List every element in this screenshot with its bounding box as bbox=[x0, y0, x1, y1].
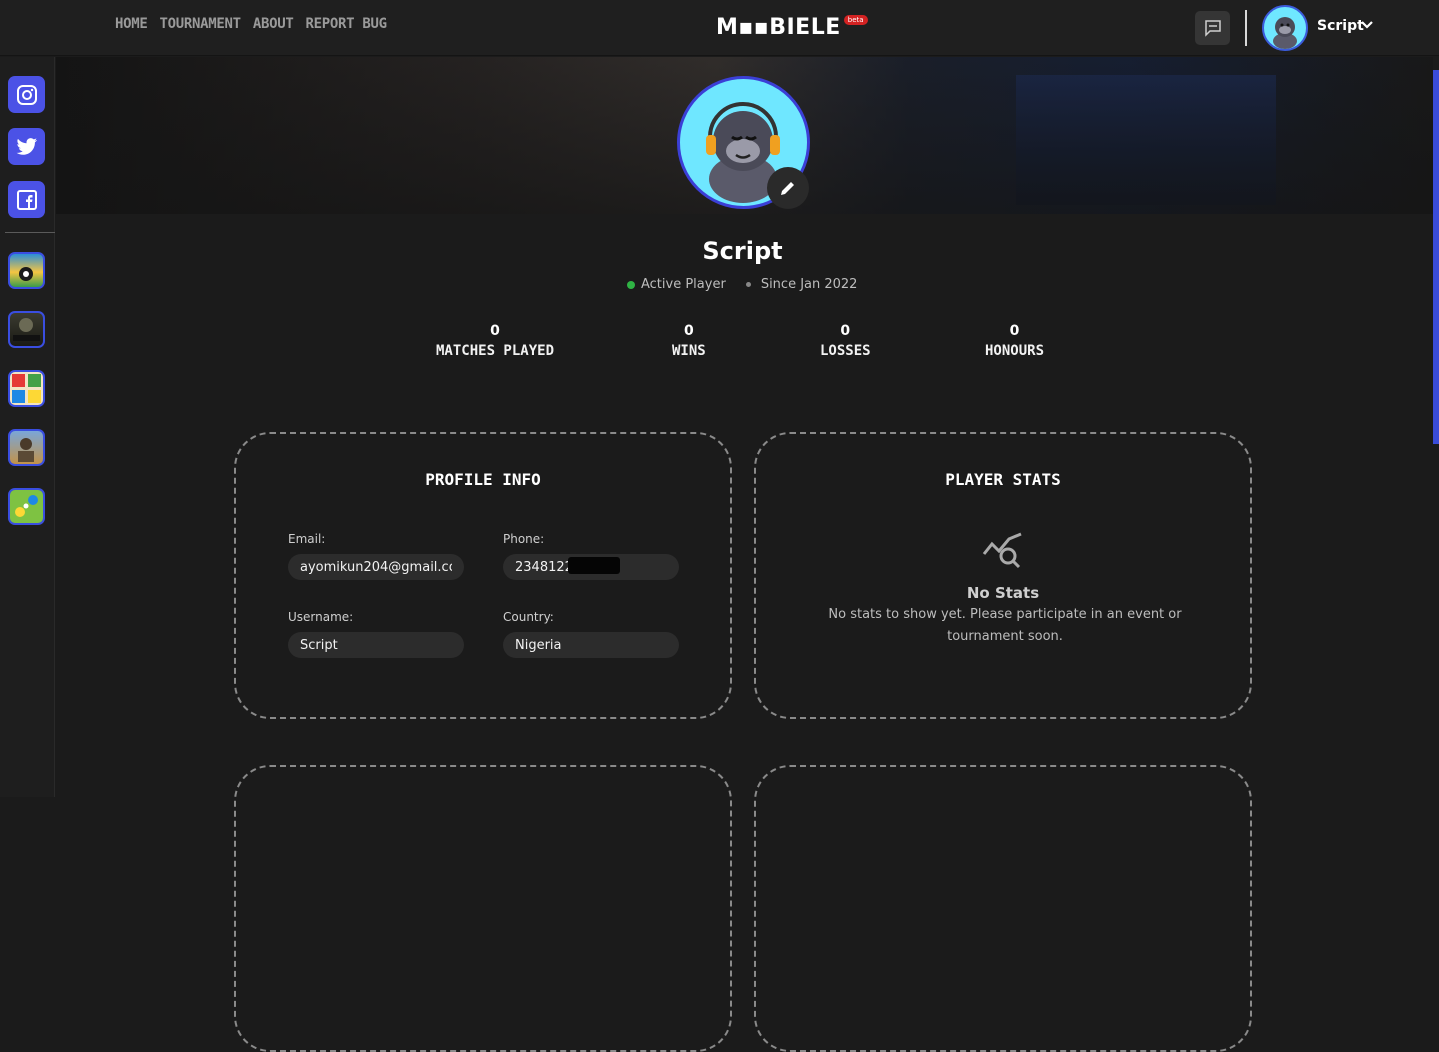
ludo-king-icon bbox=[12, 374, 41, 403]
gorilla-avatar-icon bbox=[1273, 17, 1297, 49]
header-divider bbox=[1245, 10, 1247, 46]
stat-value: 0 bbox=[683, 323, 694, 339]
lower-left-card bbox=[234, 765, 732, 1052]
player-stats-card: PLAYER STATS No Stats No stats to show y… bbox=[754, 432, 1252, 719]
country-label: Country: bbox=[503, 610, 554, 624]
email-label: Email: bbox=[288, 532, 326, 546]
top-navbar: HOME TOURNAMENT ABOUT REPORT BUG M▪▪BIEL… bbox=[0, 0, 1439, 56]
email-field[interactable] bbox=[288, 554, 464, 580]
stat-value: 0 bbox=[490, 323, 500, 339]
twitter-button[interactable] bbox=[8, 128, 45, 165]
chevron-down-icon[interactable] bbox=[1361, 20, 1373, 30]
profile-status: Active Player bbox=[641, 277, 726, 292]
beta-badge: beta bbox=[843, 15, 868, 25]
no-stats-title: No Stats bbox=[966, 584, 1040, 602]
username-label: Username: bbox=[288, 610, 354, 624]
stat-label: LOSSES bbox=[820, 343, 871, 359]
game-soccer-stars[interactable] bbox=[8, 488, 45, 525]
sidebar-divider bbox=[5, 232, 55, 233]
profile-since: Since Jan 2022 bbox=[760, 277, 858, 292]
pubg-icon bbox=[18, 438, 34, 462]
messages-button[interactable] bbox=[1195, 11, 1230, 45]
phone-label: Phone: bbox=[503, 532, 545, 546]
game-pubg[interactable] bbox=[8, 429, 45, 466]
stat-honours: 0 HONOURS bbox=[985, 323, 1044, 359]
twitter-icon bbox=[16, 137, 37, 155]
profile-meta: Active Player Since Jan 2022 bbox=[627, 277, 857, 292]
profile-name: Script bbox=[702, 237, 783, 265]
soccer-stars-icon bbox=[15, 495, 38, 517]
meta-separator bbox=[745, 282, 751, 287]
nav-report-bug-link[interactable]: REPORT BUG bbox=[305, 16, 387, 32]
pencil-icon bbox=[781, 182, 794, 195]
stat-label: WINS bbox=[672, 343, 706, 359]
edit-avatar-button[interactable] bbox=[767, 167, 809, 209]
country-field[interactable] bbox=[503, 632, 679, 658]
instagram-icon bbox=[16, 84, 37, 105]
stats-search-icon bbox=[982, 532, 1022, 569]
player-stats-title: PLAYER STATS bbox=[945, 470, 1061, 489]
instagram-button[interactable] bbox=[8, 76, 45, 113]
chat-icon bbox=[1204, 20, 1221, 37]
stat-wins: 0 WINS bbox=[672, 323, 706, 359]
game-ludo-king[interactable] bbox=[8, 370, 45, 407]
brand-logo[interactable]: M▪▪BIELE beta bbox=[716, 14, 868, 40]
stat-matches-played: 0 MATCHES PLAYED bbox=[436, 323, 554, 359]
no-stats-message: No stats to show yet. Please participate… bbox=[828, 607, 1182, 644]
phone-redaction bbox=[568, 557, 620, 574]
facebook-icon bbox=[16, 189, 37, 210]
main-nav: HOME TOURNAMENT ABOUT REPORT BUG bbox=[115, 16, 387, 32]
nav-about-link[interactable]: ABOUT bbox=[253, 16, 294, 32]
brand-name: M▪▪BIELE bbox=[716, 14, 841, 40]
nav-tournament-link[interactable]: TOURNAMENT bbox=[160, 16, 242, 32]
facebook-button[interactable] bbox=[8, 181, 45, 218]
active-status-dot bbox=[627, 280, 635, 289]
stat-label: HONOURS bbox=[985, 343, 1045, 359]
lower-right-card bbox=[754, 765, 1252, 1052]
profile-info-title: PROFILE INFO bbox=[425, 470, 541, 489]
user-name[interactable]: Script bbox=[1317, 18, 1364, 34]
stat-losses: 0 LOSSES bbox=[820, 323, 871, 359]
stat-value: 0 bbox=[840, 323, 851, 339]
username-field[interactable] bbox=[288, 632, 464, 658]
user-avatar[interactable] bbox=[1262, 5, 1308, 51]
profile-info-card: PROFILE INFO Email: Phone: Username: Cou… bbox=[234, 432, 732, 719]
call-of-duty-icon bbox=[13, 318, 40, 341]
game-call-of-duty[interactable] bbox=[8, 311, 45, 348]
stat-label: MATCHES PLAYED bbox=[436, 343, 555, 359]
social-sidebar bbox=[0, 57, 55, 797]
nav-home-link[interactable]: HOME bbox=[115, 16, 148, 32]
stat-value: 0 bbox=[1009, 323, 1020, 339]
